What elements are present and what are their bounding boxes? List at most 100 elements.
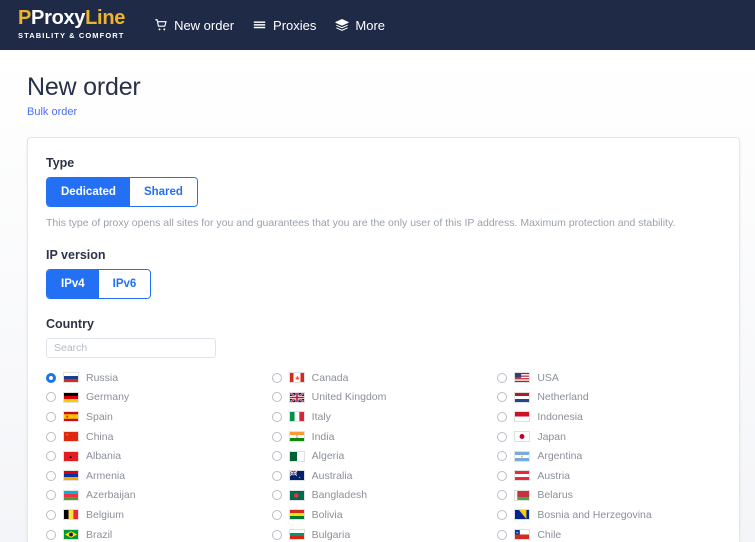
flag-be-icon <box>63 509 79 521</box>
country-radio[interactable] <box>497 451 508 462</box>
country-radio[interactable] <box>271 509 282 520</box>
country-option-algeria[interactable]: ☾ Algeria <box>271 446 498 466</box>
country-radio[interactable] <box>46 372 56 383</box>
ip-version-option-ipv4[interactable]: IPv4 <box>47 270 99 298</box>
logo[interactable]: PProxyLine STABILITY & COMFORT <box>18 7 126 41</box>
country-option-albania[interactable]: ▲ Albania <box>46 446 272 466</box>
nav-link-new-order[interactable]: New order <box>153 18 234 33</box>
country-section: Country Russia Germany Spain ★ China ▲ Albania… <box>46 317 723 542</box>
country-radio[interactable] <box>46 431 56 442</box>
nav-link-new-order-label: New order <box>174 17 235 33</box>
country-option-italy[interactable]: Italy <box>271 407 498 427</box>
country-option-argentina[interactable]: Argentina <box>497 446 723 466</box>
country-name-label: Austria <box>537 469 571 482</box>
flag-ar-icon <box>514 450 531 462</box>
flag-by-icon <box>514 489 531 501</box>
country-option-brazil[interactable]: Brazil <box>46 525 272 542</box>
country-option-bulgaria[interactable]: Bulgaria <box>271 525 498 542</box>
country-option-chile[interactable]: ★ Chile <box>497 525 723 542</box>
flag-al-icon: ▲ <box>63 450 79 462</box>
country-name-label: Canada <box>311 371 349 384</box>
country-name-label: China <box>86 430 114 443</box>
country-radio[interactable] <box>497 392 508 403</box>
country-name-label: Armenia <box>86 469 126 482</box>
country-option-bangladesh[interactable]: Bangladesh <box>271 486 498 506</box>
country-radio[interactable] <box>271 529 282 540</box>
country-option-bolivia[interactable]: Bolivia <box>271 505 498 525</box>
nav-links: New order Proxies More <box>153 18 385 33</box>
country-option-bosnia-and-herzegovina[interactable]: Bosnia and Herzegovina <box>497 505 723 525</box>
type-section: Type Dedicated Shared This type of proxy… <box>46 156 723 230</box>
country-option-armenia[interactable]: Armenia <box>46 466 272 486</box>
type-hint-text: This type of proxy opens all sites for y… <box>46 217 676 229</box>
country-radio[interactable] <box>46 490 56 501</box>
country-option-united-kingdom[interactable]: United Kingdom <box>271 388 498 408</box>
country-search-input[interactable] <box>46 338 216 358</box>
country-option-germany[interactable]: Germany <box>46 388 272 408</box>
country-name-label: Germany <box>86 391 130 404</box>
country-name-label: Argentina <box>537 450 583 463</box>
country-option-austria[interactable]: Austria <box>497 466 723 486</box>
country-radio[interactable] <box>497 411 508 422</box>
country-name-label: Brazil <box>86 528 113 541</box>
country-name-label: Chile <box>537 528 562 541</box>
country-option-belgium[interactable]: Belgium <box>46 505 272 525</box>
country-radio[interactable] <box>497 509 508 520</box>
country-name-label: Bangladesh <box>311 489 368 502</box>
ip-version-option-ipv6[interactable]: IPv6 <box>98 270 151 298</box>
country-radio[interactable] <box>271 411 282 422</box>
nav-link-more[interactable]: More <box>334 18 385 33</box>
country-option-australia[interactable]: ★ Australia <box>271 466 498 486</box>
country-option-azerbaijan[interactable]: Azerbaijan <box>46 486 272 506</box>
country-radio[interactable] <box>497 529 508 540</box>
country-option-china[interactable]: ★ China <box>46 427 272 447</box>
layers-icon <box>334 18 349 33</box>
logo-text-second: Line <box>85 7 126 29</box>
country-option-russia[interactable]: Russia <box>46 368 272 388</box>
country-option-usa[interactable]: USA <box>497 368 723 388</box>
ip-version-section: IP version IPv4 IPv6 <box>46 248 723 299</box>
country-option-belarus[interactable]: Belarus <box>497 486 723 506</box>
country-radio[interactable] <box>46 470 56 481</box>
country-option-spain[interactable]: Spain <box>46 407 272 427</box>
flag-bo-icon <box>288 509 305 521</box>
country-radio[interactable] <box>46 451 56 462</box>
country-option-india[interactable]: India <box>271 427 498 447</box>
country-radio[interactable] <box>46 392 56 403</box>
country-radio[interactable] <box>271 372 282 383</box>
shopping-cart-icon <box>153 18 168 33</box>
ip-version-toggle-group: IPv4 IPv6 <box>46 269 152 299</box>
bulk-order-link[interactable]: Bulk order <box>27 106 77 118</box>
country-radio[interactable] <box>271 431 282 442</box>
country-radio[interactable] <box>46 509 56 520</box>
country-list: Russia Germany Spain ★ China ▲ Albania Armenia A… <box>46 368 723 542</box>
country-radio[interactable] <box>497 470 508 481</box>
country-name-label: Indonesia <box>537 410 583 423</box>
flag-am-icon <box>63 470 79 482</box>
flag-es-icon <box>63 411 79 423</box>
country-radio[interactable] <box>271 470 282 481</box>
flag-jp-icon <box>514 431 531 443</box>
country-option-indonesia[interactable]: Indonesia <box>497 407 723 427</box>
type-option-shared[interactable]: Shared <box>129 178 197 206</box>
country-radio[interactable] <box>271 451 282 462</box>
country-name-label: Belarus <box>537 489 573 502</box>
country-radio[interactable] <box>46 411 56 422</box>
country-name-label: Bulgaria <box>311 528 351 541</box>
svg-text:☾: ☾ <box>295 455 298 459</box>
country-radio[interactable] <box>271 490 282 501</box>
country-radio[interactable] <box>497 372 508 383</box>
list-icon <box>252 18 267 33</box>
type-option-dedicated[interactable]: Dedicated <box>47 178 130 206</box>
country-option-canada[interactable]: 🍁 Canada <box>271 368 498 388</box>
country-option-japan[interactable]: Japan <box>497 427 723 447</box>
country-radio[interactable] <box>46 529 56 540</box>
nav-link-proxies[interactable]: Proxies <box>252 18 316 33</box>
country-name-label: USA <box>537 371 559 384</box>
flag-az-icon <box>63 489 79 501</box>
country-radio[interactable] <box>271 392 282 403</box>
flag-cl-icon: ★ <box>514 529 531 541</box>
country-radio[interactable] <box>497 490 508 501</box>
country-radio[interactable] <box>497 431 508 442</box>
country-option-netherland[interactable]: Netherland <box>497 388 723 408</box>
